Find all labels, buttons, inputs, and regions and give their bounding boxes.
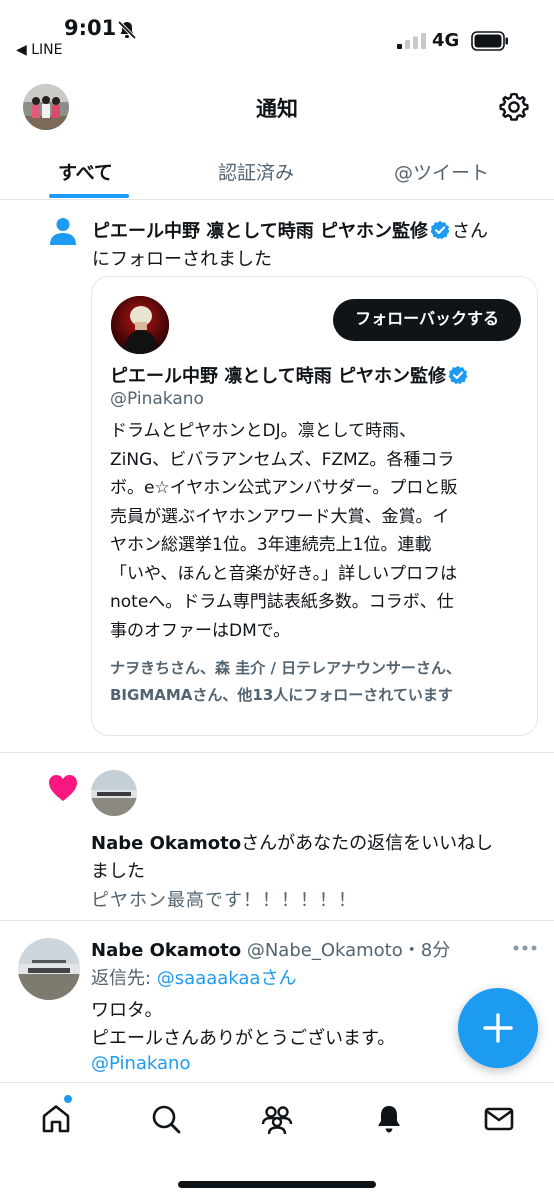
reply-body: ワロタ。 ピエールさんありがとうございます。 — [91, 997, 451, 1053]
battery-icon — [471, 31, 508, 51]
followed-by-text[interactable]: ナヲきちさん、森 圭介 / 日テレアナウンサーさん、 BIGMAMAさん、他13… — [110, 655, 530, 709]
like-notification-text[interactable]: Nabe Okamotoさんがあなたの返信をいいねし ました — [91, 830, 531, 886]
bell-off-icon — [117, 20, 137, 40]
home-icon[interactable] — [40, 1103, 72, 1135]
followed-by-line: BIGMAMAさん、他13人にフォローされています — [110, 686, 453, 704]
compose-tweet-button[interactable] — [458, 988, 538, 1068]
heart-icon — [49, 775, 77, 801]
bio-line: ZiNG、ビバラアンセムズ、FZMZ。各種コラ — [110, 449, 455, 470]
page-title: 通知 — [256, 97, 298, 121]
user-card-handle: @Pinakano — [110, 389, 204, 409]
search-icon[interactable] — [150, 1103, 182, 1135]
like-text-part2: ました — [91, 861, 145, 882]
follow-suffix-line2: にフォローされました — [92, 249, 272, 270]
followed-by-line: ナヲきちさん、森 圭介 / 日テレアナウンサーさん、 — [110, 659, 461, 677]
bio-line: ヤホン総選挙1位。3年連続売上1位。連載 — [110, 535, 432, 555]
reply-to-handle-link[interactable]: @saaaakaaさん — [157, 968, 297, 989]
bio-line: ボ。e☆イヤホン公式アンバサダー。プロと販 — [110, 478, 458, 498]
user-card-name[interactable]: ピエール中野 凛として時雨 ピヤホン監修 — [110, 362, 470, 388]
status-time: 9:01 — [64, 16, 117, 40]
active-tab-indicator — [49, 194, 129, 198]
plus-icon — [483, 1013, 513, 1043]
user-card-avatar[interactable] — [111, 296, 169, 354]
reply-body-line: ワロタ。 — [91, 1000, 163, 1021]
bio-line: 「いや、ほんと音楽が好き。」詳しいプロフは — [110, 563, 458, 584]
liked-reply-quote[interactable]: ピヤホン最高です！！！！！！ — [91, 886, 357, 912]
bio-line: 売員が選ぶイヤホンアワード大賞、金賞。イ — [110, 506, 450, 527]
tab-verified[interactable]: 認証済み — [218, 158, 294, 185]
home-indicator — [178, 1181, 376, 1188]
like-text-part1: さんがあなたの返信をいいねし — [241, 833, 494, 854]
bio-line: 事のオファーはDMで。 — [110, 620, 291, 641]
mail-icon[interactable] — [483, 1103, 515, 1135]
user-card-bio: ドラムとピヤホンとDJ。凛として時雨、 ZiNG、ビバラアンセムズ、FZMZ。各… — [110, 417, 526, 645]
reply-to-label: 返信先: — [91, 968, 157, 989]
divider — [0, 752, 554, 753]
user-card-name-text: ピエール中野 凛として時雨 ピヤホン監修 — [110, 366, 446, 387]
reply-author-name[interactable]: Nabe Okamoto — [91, 940, 241, 961]
communities-icon[interactable] — [261, 1103, 293, 1135]
notification-tabs: すべて 認証済み @ツイート — [0, 150, 554, 200]
bell-icon[interactable] — [373, 1103, 405, 1135]
home-unread-dot — [63, 1094, 73, 1104]
status-bar: 9:01 ◀ LINE 4G — [0, 0, 554, 66]
back-to-app-link[interactable]: ◀ LINE — [16, 42, 62, 58]
tab-all[interactable]: すべて — [58, 158, 113, 185]
network-type: 4G — [432, 30, 460, 51]
reply-author-avatar[interactable] — [18, 938, 80, 1000]
follower-name[interactable]: ピエール中野 凛として時雨 ピヤホン監修 — [92, 221, 428, 242]
more-options-icon[interactable] — [512, 944, 538, 952]
bio-line: noteへ。ドラム専門誌表紙多数。コラボ、仕 — [110, 592, 454, 612]
user-card[interactable]: フォローバックする ピエール中野 凛として時雨 ピヤホン監修 @Pinakano… — [91, 276, 538, 736]
follow-back-button[interactable]: フォローバックする — [333, 299, 521, 341]
liker-avatar[interactable] — [91, 770, 137, 816]
verified-badge-icon — [448, 365, 468, 385]
follow-suffix: さん — [452, 221, 488, 242]
bio-line: ドラムとピヤホンとDJ。凛として時雨、 — [110, 421, 417, 441]
reply-body-line: ピエールさんありがとうございます。 — [91, 1028, 396, 1049]
divider — [0, 920, 554, 921]
reply-author-meta: @Nabe_Okamoto・8分 — [246, 940, 451, 961]
reply-header: Nabe Okamoto @Nabe_Okamoto・8分 — [91, 936, 450, 962]
liker-name[interactable]: Nabe Okamoto — [91, 833, 241, 854]
mention-link[interactable]: @Pinakano — [91, 1053, 190, 1074]
reply-to-line: 返信先: @saaaakaaさん — [91, 964, 296, 990]
follow-notification-text[interactable]: ピエール中野 凛として時雨 ピヤホン監修 さん にフォローされました — [92, 218, 532, 274]
gear-icon[interactable] — [498, 91, 530, 123]
verified-badge-icon — [430, 220, 450, 240]
person-icon — [50, 218, 76, 245]
signal-icon — [397, 33, 426, 49]
tab-mentions[interactable]: @ツイート — [394, 158, 489, 185]
